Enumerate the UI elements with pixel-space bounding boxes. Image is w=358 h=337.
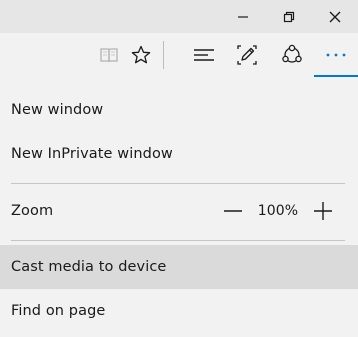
close-button[interactable] <box>312 0 358 33</box>
share-icon <box>282 44 302 63</box>
hub-button[interactable] <box>184 33 224 77</box>
zoom-in-button[interactable] <box>310 198 336 224</box>
restore-icon <box>283 11 295 22</box>
zoom-value: 100% <box>257 203 299 219</box>
menu-item-label: Find on page <box>11 303 106 319</box>
more-actions-menu: New window New InPrivate window Zoom 100… <box>0 77 358 337</box>
book-icon <box>100 48 118 63</box>
web-note-button[interactable] <box>227 33 267 77</box>
zoom-label: Zoom <box>11 203 54 219</box>
menu-item-zoom: Zoom 100% <box>0 189 358 233</box>
menu-separator <box>11 183 345 184</box>
close-icon <box>329 11 341 22</box>
minimize-icon <box>238 15 248 18</box>
menu-item-label: Cast media to device <box>11 259 167 275</box>
pen-icon <box>237 45 257 65</box>
minimize-button[interactable] <box>220 0 266 33</box>
zoom-out-button[interactable] <box>220 198 246 224</box>
plus-icon <box>314 202 332 220</box>
menu-item-find-on-page[interactable]: Find on page <box>0 289 358 333</box>
title-bar <box>0 0 358 33</box>
menu-item-label: New window <box>11 102 104 118</box>
menu-item-new-inprivate-window[interactable]: New InPrivate window <box>0 132 358 176</box>
minus-icon <box>224 210 242 212</box>
star-icon <box>131 45 151 64</box>
share-button[interactable] <box>272 33 312 77</box>
toolbar-separator <box>163 41 164 69</box>
menu-item-cast-media[interactable]: Cast media to device <box>0 245 358 289</box>
zoom-controls: 100% <box>220 189 336 233</box>
browser-toolbar <box>0 33 358 77</box>
restore-button[interactable] <box>266 0 312 33</box>
menu-item-label: New InPrivate window <box>11 146 173 162</box>
more-button[interactable] <box>316 33 356 77</box>
hub-icon <box>194 49 214 61</box>
favorites-button[interactable] <box>121 33 161 77</box>
more-icon <box>326 53 346 57</box>
menu-item-new-window[interactable]: New window <box>0 88 358 132</box>
menu-separator <box>11 240 345 241</box>
